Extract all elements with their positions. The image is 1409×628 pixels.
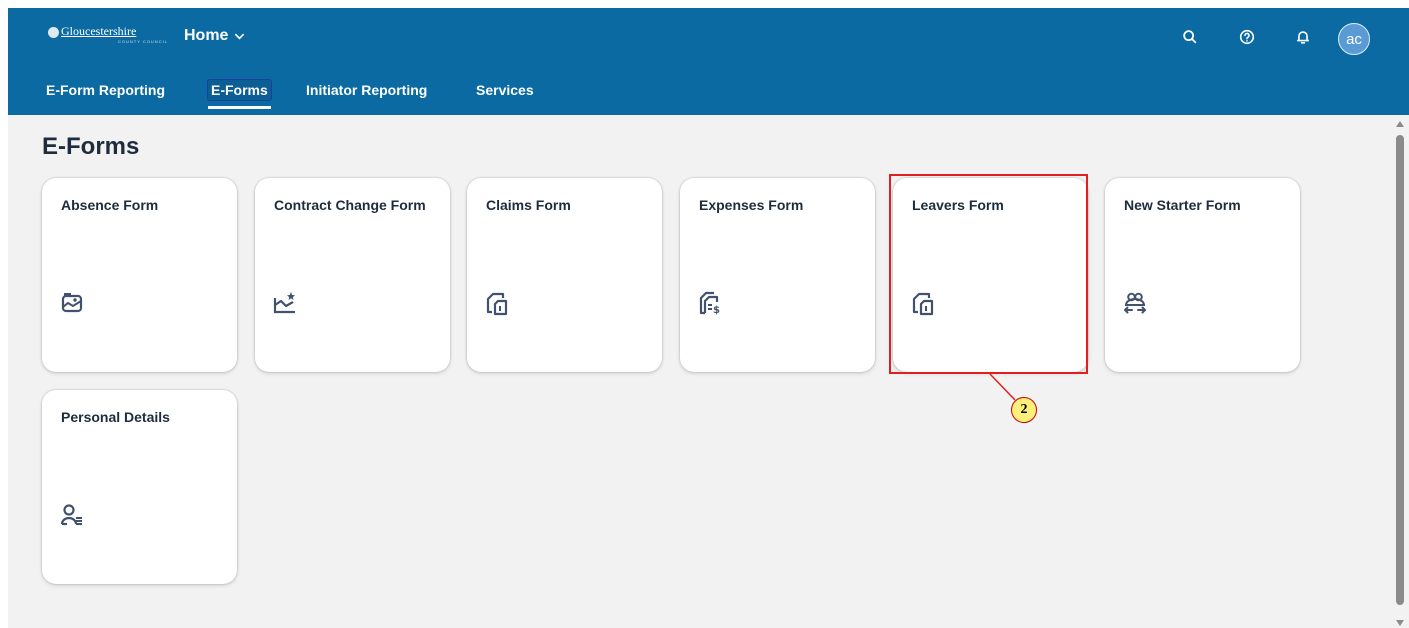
tile-title: Absence Form bbox=[61, 197, 159, 213]
logo-subtitle: COUNTY COUNCIL bbox=[118, 39, 168, 44]
group-transfer-icon bbox=[1122, 290, 1148, 316]
search-button[interactable] bbox=[1180, 27, 1200, 47]
tile-contract-change-form[interactable]: Contract Change Form bbox=[255, 178, 450, 372]
tile-personal-details[interactable]: Personal Details bbox=[42, 390, 237, 584]
tab-bar: E-Form Reporting E-Forms Initiator Repor… bbox=[8, 78, 1409, 115]
tab-e-forms[interactable]: E-Forms bbox=[207, 79, 272, 109]
document-copy-icon bbox=[910, 290, 936, 316]
tile-leavers-form[interactable]: Leavers Form bbox=[893, 178, 1088, 372]
help-button[interactable] bbox=[1237, 27, 1257, 47]
logo-text: Gloucestershire bbox=[61, 24, 137, 38]
home-label: Home bbox=[184, 27, 229, 44]
tile-new-starter-form[interactable]: New Starter Form bbox=[1105, 178, 1300, 372]
user-avatar[interactable]: ac bbox=[1338, 23, 1370, 55]
scroll-down-arrow-icon[interactable] bbox=[1396, 620, 1404, 626]
page-title: E-Forms bbox=[42, 133, 140, 160]
scrollbar-thumb[interactable] bbox=[1396, 135, 1404, 605]
search-icon bbox=[1183, 30, 1197, 44]
notifications-button[interactable] bbox=[1293, 27, 1313, 47]
app-frame: Gloucestershire COUNTY COUNCIL Home ac E… bbox=[8, 8, 1409, 628]
chart-star-icon bbox=[272, 290, 298, 316]
crest-icon bbox=[48, 27, 59, 38]
document-copy-icon bbox=[484, 290, 510, 316]
tile-title: Claims Form bbox=[486, 197, 571, 213]
tab-e-form-reporting[interactable]: E-Form Reporting bbox=[43, 80, 168, 100]
tile-title: Leavers Form bbox=[912, 197, 1004, 213]
tab-initiator-reporting[interactable]: Initiator Reporting bbox=[303, 80, 430, 100]
tile-claims-form[interactable]: Claims Form bbox=[467, 178, 662, 372]
image-folder-icon bbox=[59, 290, 85, 316]
tile-title: New Starter Form bbox=[1124, 197, 1241, 213]
chevron-down-icon bbox=[235, 33, 245, 40]
tab-services[interactable]: Services bbox=[473, 80, 537, 100]
gloucestershire-logo[interactable]: Gloucestershire COUNTY COUNCIL bbox=[48, 24, 172, 44]
tile-title: Contract Change Form bbox=[274, 197, 426, 213]
home-menu[interactable]: Home bbox=[184, 27, 245, 45]
vertical-scrollbar[interactable] bbox=[1394, 115, 1409, 628]
expense-document-icon: $ bbox=[697, 290, 723, 316]
shell-bar: Gloucestershire COUNTY COUNCIL Home ac E… bbox=[8, 8, 1409, 115]
tile-expenses-form[interactable]: Expenses Form $ bbox=[680, 178, 875, 372]
person-list-icon bbox=[59, 502, 85, 528]
tile-title: Personal Details bbox=[61, 409, 170, 425]
svg-text:$: $ bbox=[713, 305, 720, 316]
step-number-badge: 2 bbox=[1011, 397, 1037, 423]
help-icon bbox=[1239, 29, 1255, 45]
scroll-up-arrow-icon[interactable] bbox=[1396, 121, 1404, 127]
tile-title: Expenses Form bbox=[699, 197, 804, 213]
bell-icon bbox=[1297, 31, 1309, 44]
tile-absence-form[interactable]: Absence Form bbox=[42, 178, 237, 372]
